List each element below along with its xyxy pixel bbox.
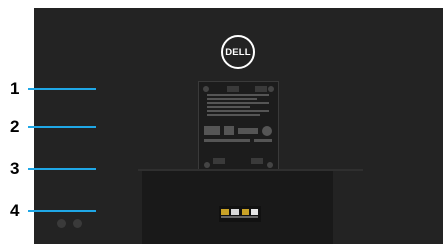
mount-slot <box>213 158 225 164</box>
callout-line <box>28 88 96 90</box>
dell-logo: DELL <box>221 35 255 69</box>
screw-hole <box>267 162 273 168</box>
callout-1: 1 <box>0 79 100 99</box>
screw-hole <box>203 86 209 92</box>
callout-line <box>28 126 96 128</box>
callout-number: 1 <box>10 79 20 98</box>
callout-number: 4 <box>10 201 20 220</box>
dell-logo-text: DELL <box>225 46 251 58</box>
callout-2: 2 <box>0 117 100 137</box>
callout-line <box>28 210 96 212</box>
usb-port <box>242 209 249 215</box>
callout-line <box>28 168 96 170</box>
port-label-strip <box>221 216 258 218</box>
vesa-mount-plate <box>198 81 279 173</box>
callout-number: 2 <box>10 117 20 136</box>
screw-hole <box>204 162 210 168</box>
mount-slot <box>255 86 267 92</box>
hdmi-port <box>221 209 229 215</box>
regulatory-marks <box>204 126 274 148</box>
callout-number: 3 <box>10 159 20 178</box>
io-ports-panel <box>219 206 261 222</box>
callout-3: 3 <box>0 159 100 179</box>
screw-hole <box>268 86 274 92</box>
regulatory-label <box>207 94 269 118</box>
callout-4: 4 <box>0 201 100 221</box>
mount-slot <box>251 158 263 164</box>
displayport-port <box>231 209 239 215</box>
power-port <box>251 209 258 215</box>
mount-slot <box>227 86 239 92</box>
